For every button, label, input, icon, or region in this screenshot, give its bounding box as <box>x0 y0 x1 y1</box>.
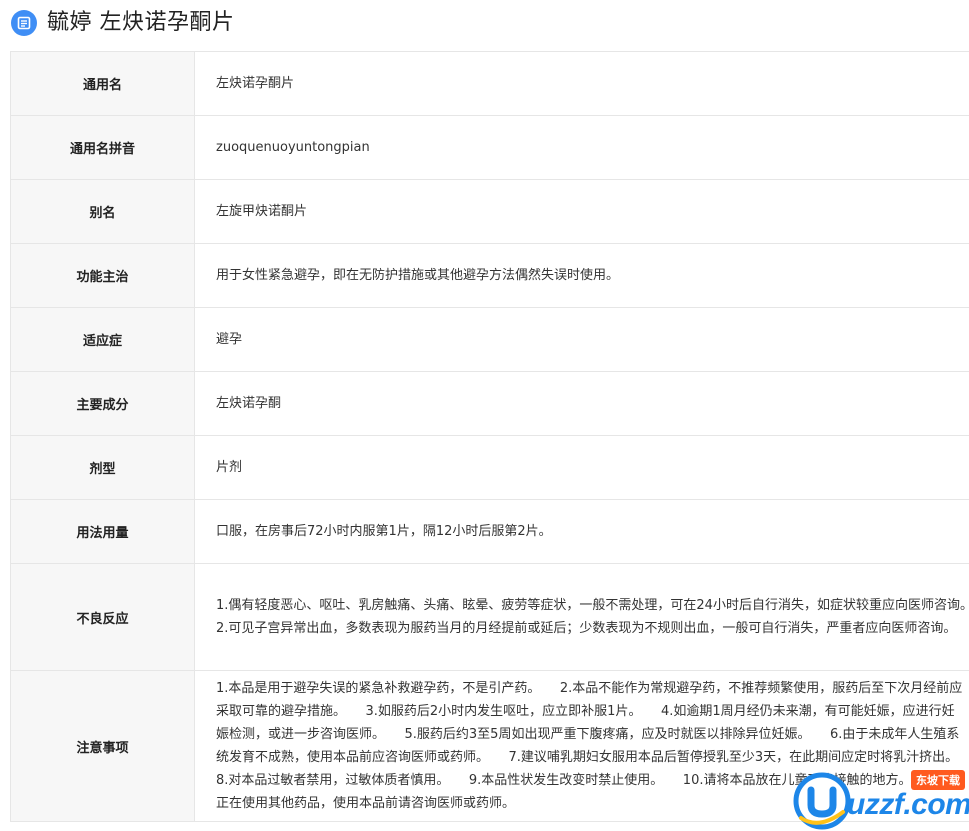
row-value-text: 片剂 <box>216 460 243 475</box>
row-label: 通用名 <box>10 51 195 116</box>
row-label: 主要成分 <box>10 371 195 436</box>
row-label: 用法用量 <box>10 499 195 564</box>
page-header: 毓婷 左炔诺孕酮片 <box>0 0 969 46</box>
row-value-text: 用于女性紧急避孕，即在无防护措施或其他避孕方法偶然失误时使用。 <box>216 268 620 283</box>
row-value-text: 1.本品是用于避孕失误的紧急补救避孕药，不是引产药。 2.本品不能作为常规避孕药… <box>216 681 969 811</box>
table-row: 通用名 左炔诺孕酮片 <box>10 51 969 116</box>
page: 毓婷 左炔诺孕酮片 通用名 左炔诺孕酮片 通用名拼音 zuoquenuoyunt… <box>0 0 969 831</box>
row-value: 1.本品是用于避孕失误的紧急补救避孕药，不是引产药。 2.本品不能作为常规避孕药… <box>194 670 969 822</box>
row-label: 功能主治 <box>10 243 195 308</box>
row-label: 通用名拼音 <box>10 115 195 180</box>
table-row: 主要成分 左炔诺孕酮 <box>10 371 969 436</box>
row-label: 不良反应 <box>10 563 195 671</box>
table-row: 不良反应 1.偶有轻度恶心、呕吐、乳房触痛、头痛、眩晕、疲劳等症状，一般不需处理… <box>10 563 969 671</box>
row-label: 别名 <box>10 179 195 244</box>
row-value: 用于女性紧急避孕，即在无防护措施或其他避孕方法偶然失误时使用。 <box>194 243 969 308</box>
row-value: zuoquenuoyuntongpian <box>194 115 969 180</box>
row-value-text: 口服，在房事后72小时内服第1片，隔12小时后服第2片。 <box>216 524 552 539</box>
row-label: 注意事项 <box>10 670 195 822</box>
table-row: 别名 左旋甲炔诺酮片 <box>10 179 969 244</box>
row-value: 1.偶有轻度恶心、呕吐、乳房触痛、头痛、眩晕、疲劳等症状，一般不需处理，可在24… <box>194 563 969 671</box>
row-value: 片剂 <box>194 435 969 500</box>
row-label: 适应症 <box>10 307 195 372</box>
table-row: 通用名拼音 zuoquenuoyuntongpian <box>10 115 969 180</box>
row-value-text: 左炔诺孕酮 <box>216 396 282 411</box>
row-value-text: zuoquenuoyuntongpian <box>216 140 370 155</box>
row-value: 口服，在房事后72小时内服第1片，隔12小时后服第2片。 <box>194 499 969 564</box>
row-label: 剂型 <box>10 435 195 500</box>
row-value: 左炔诺孕酮 <box>194 371 969 436</box>
row-value-text: 左炔诺孕酮片 <box>216 76 295 91</box>
table-row: 适应症 避孕 <box>10 307 969 372</box>
drug-info-table: 通用名 左炔诺孕酮片 通用名拼音 zuoquenuoyuntongpian 别名… <box>10 51 969 822</box>
row-value: 左炔诺孕酮片 <box>194 51 969 116</box>
row-value: 避孕 <box>194 307 969 372</box>
document-list-icon <box>11 10 37 36</box>
row-value-text: 避孕 <box>216 332 243 347</box>
table-row: 注意事项 1.本品是用于避孕失误的紧急补救避孕药，不是引产药。 2.本品不能作为… <box>10 670 969 822</box>
table-row: 剂型 片剂 <box>10 435 969 500</box>
row-value-text: 左旋甲炔诺酮片 <box>216 204 308 219</box>
table-row: 功能主治 用于女性紧急避孕，即在无防护措施或其他避孕方法偶然失误时使用。 <box>10 243 969 308</box>
row-value: 左旋甲炔诺酮片 <box>194 179 969 244</box>
table-row: 用法用量 口服，在房事后72小时内服第1片，隔12小时后服第2片。 <box>10 499 969 564</box>
page-title: 毓婷 左炔诺孕酮片 <box>47 10 235 35</box>
row-value-text: 1.偶有轻度恶心、呕吐、乳房触痛、头痛、眩晕、疲劳等症状，一般不需处理，可在24… <box>216 598 969 636</box>
